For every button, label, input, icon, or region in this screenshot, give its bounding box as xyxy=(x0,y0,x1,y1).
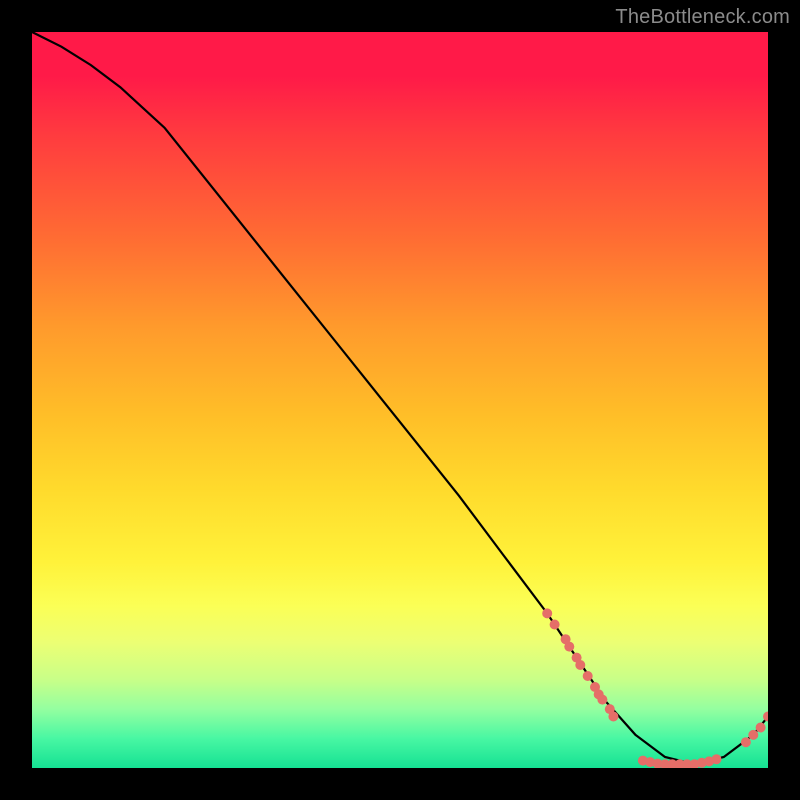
chart-marker xyxy=(575,660,585,670)
bottleneck-curve xyxy=(32,32,768,764)
chart-marker xyxy=(597,695,607,705)
chart-marker xyxy=(550,620,560,630)
chart-marker xyxy=(542,608,552,618)
chart-svg xyxy=(32,32,768,768)
chart-marker xyxy=(748,730,758,740)
chart-plot-area xyxy=(32,32,768,768)
chart-marker xyxy=(712,754,722,764)
chart-marker xyxy=(756,723,766,733)
chart-marker xyxy=(763,712,768,722)
chart-marker xyxy=(564,642,574,652)
chart-marker xyxy=(583,671,593,681)
chart-curve-group xyxy=(32,32,768,764)
chart-marker xyxy=(741,737,751,747)
chart-stage: TheBottleneck.com xyxy=(0,0,800,800)
watermark-text: TheBottleneck.com xyxy=(615,6,790,29)
chart-marker xyxy=(608,712,618,722)
chart-markers xyxy=(542,608,768,768)
